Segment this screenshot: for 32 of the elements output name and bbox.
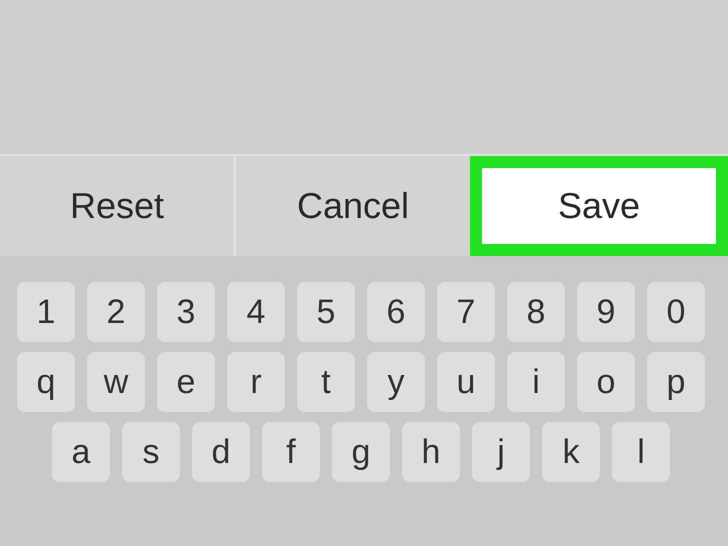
keyboard-key[interactable]: i — [507, 352, 565, 412]
keyboard-key[interactable]: y — [367, 352, 425, 412]
keyboard-key[interactable]: 2 — [87, 282, 145, 342]
keyboard-key[interactable]: 9 — [577, 282, 635, 342]
keyboard-key[interactable]: u — [437, 352, 495, 412]
keyboard-key[interactable]: k — [542, 422, 600, 482]
keyboard-key[interactable]: s — [122, 422, 180, 482]
keyboard-key[interactable]: j — [472, 422, 530, 482]
keyboard-key[interactable]: l — [612, 422, 670, 482]
action-button[interactable]: Reset — [0, 156, 234, 256]
keyboard-key[interactable]: f — [262, 422, 320, 482]
keyboard-key[interactable]: 8 — [507, 282, 565, 342]
keyboard-key[interactable]: 0 — [647, 282, 705, 342]
keyboard-key[interactable]: p — [647, 352, 705, 412]
keyboard-key[interactable]: 1 — [17, 282, 75, 342]
keyboard-key[interactable]: d — [192, 422, 250, 482]
keyboard-key[interactable]: e — [157, 352, 215, 412]
keyboard-key[interactable]: t — [297, 352, 355, 412]
keyboard-key[interactable]: r — [227, 352, 285, 412]
keyboard-key[interactable]: 4 — [227, 282, 285, 342]
action-button[interactable]: Cancel — [234, 156, 470, 256]
keyboard-key[interactable]: o — [577, 352, 635, 412]
keyboard-key[interactable]: 3 — [157, 282, 215, 342]
keyboard-key[interactable]: g — [332, 422, 390, 482]
keyboard-key[interactable]: a — [52, 422, 110, 482]
action-button[interactable]: Save — [470, 156, 728, 256]
keyboard-key[interactable]: 6 — [367, 282, 425, 342]
keyboard-key[interactable]: 5 — [297, 282, 355, 342]
keyboard-key[interactable]: w — [87, 352, 145, 412]
keyboard-key[interactable]: q — [17, 352, 75, 412]
keyboard-key[interactable]: h — [402, 422, 460, 482]
keyboard-key[interactable]: 7 — [437, 282, 495, 342]
